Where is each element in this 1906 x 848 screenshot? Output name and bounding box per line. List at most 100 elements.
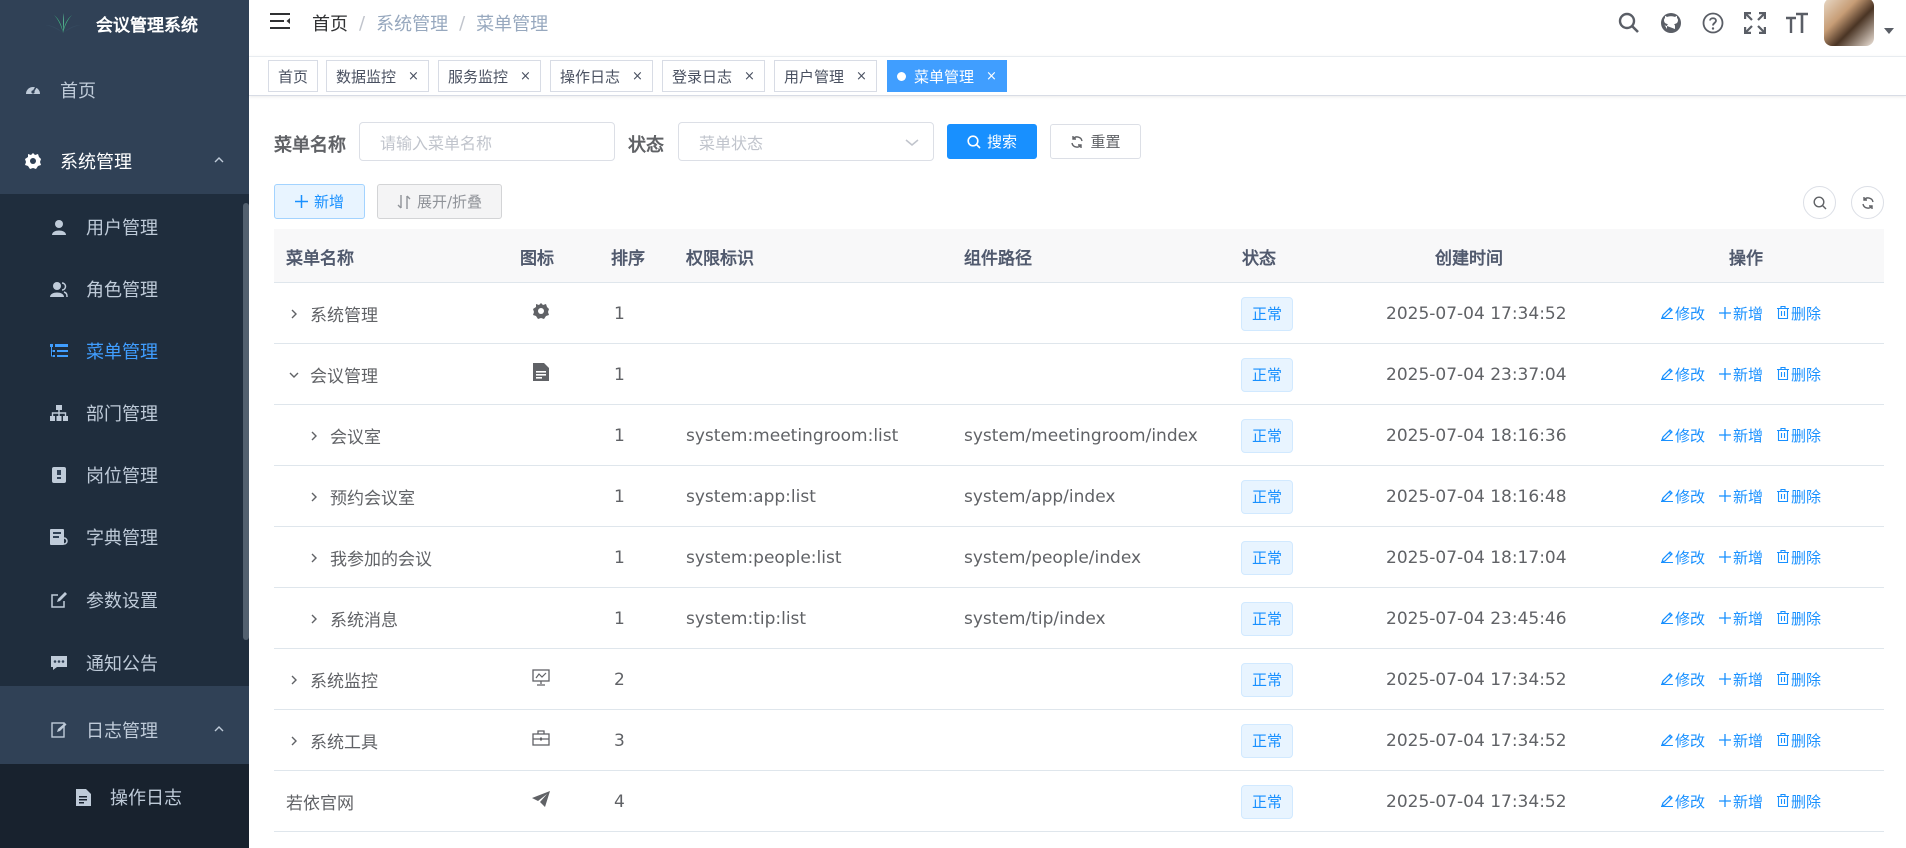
status-badge: 正常: [1241, 296, 1294, 331]
edit-button[interactable]: 修改: [1661, 303, 1705, 324]
chevron-right-icon[interactable]: [306, 491, 322, 503]
sidebar-item-home[interactable]: 首页: [0, 59, 249, 121]
status-select[interactable]: 菜单状态: [678, 122, 934, 161]
add-child-button[interactable]: 新增: [1719, 486, 1763, 507]
menu-name-input[interactable]: 请输入菜单名称: [359, 122, 615, 161]
sidebar-item-config[interactable]: 参数设置: [0, 569, 249, 631]
edit-button[interactable]: 修改: [1661, 730, 1705, 751]
add-child-button[interactable]: 新增: [1719, 425, 1763, 446]
sidebar-item-dicts[interactable]: 字典管理: [0, 506, 249, 568]
hamburger-icon[interactable]: [270, 12, 290, 35]
status-cell: 正常: [1241, 649, 1294, 710]
tag-data-monitor[interactable]: 数据监控 ×: [326, 60, 429, 92]
close-icon[interactable]: ×: [632, 69, 643, 84]
tag-home[interactable]: 首页: [268, 60, 319, 92]
font-size-icon[interactable]: [1776, 0, 1818, 46]
search-button[interactable]: 搜索: [947, 124, 1037, 159]
breadcrumb-home[interactable]: 首页: [312, 10, 348, 36]
edit-button[interactable]: 修改: [1661, 486, 1705, 507]
edit-button[interactable]: 修改: [1661, 791, 1705, 812]
fullscreen-icon[interactable]: [1734, 0, 1776, 46]
edit-icon: [1661, 427, 1675, 445]
reset-button[interactable]: 重置: [1050, 124, 1141, 159]
icon-cell: [526, 588, 556, 649]
chevron-down-icon[interactable]: [286, 370, 302, 380]
github-icon[interactable]: [1650, 0, 1692, 46]
tag-users[interactable]: 用户管理 ×: [774, 60, 877, 92]
edit-icon: [1661, 732, 1675, 750]
edit-icon: [1661, 671, 1675, 689]
sidebar-item-menus[interactable]: 菜单管理: [0, 320, 249, 382]
document-icon: [533, 363, 549, 386]
component-cell: system/tip/index: [964, 608, 1106, 629]
logo-icon: [45, 13, 81, 33]
sidebar-item-notice[interactable]: 通知公告: [0, 632, 249, 694]
close-icon[interactable]: ×: [520, 69, 531, 84]
delete-button[interactable]: 删除: [1777, 486, 1821, 507]
sidebar-item-label: 参数设置: [86, 591, 158, 612]
close-icon[interactable]: ×: [408, 69, 419, 84]
delete-icon: [1777, 305, 1791, 323]
sort-icon: [397, 194, 411, 209]
search-icon: [1812, 195, 1826, 209]
caret-down-icon[interactable]: [1884, 27, 1894, 35]
sidebar-item-departments[interactable]: 部门管理: [0, 382, 249, 444]
delete-label: 删除: [1791, 793, 1822, 811]
add-child-button[interactable]: 新增: [1719, 730, 1763, 751]
chevron-right-icon[interactable]: [306, 430, 322, 442]
tag-server-monitor[interactable]: 服务监控 ×: [438, 60, 541, 92]
expand-collapse-button[interactable]: 展开/折叠: [377, 184, 502, 219]
add-child-button[interactable]: 新增: [1719, 547, 1763, 568]
user-icon: [49, 217, 69, 237]
close-icon[interactable]: ×: [744, 69, 755, 84]
app-logo[interactable]: 会议管理系统: [0, 0, 249, 46]
sidebar-item-system[interactable]: 系统管理: [0, 130, 249, 192]
edit-button[interactable]: 修改: [1661, 608, 1705, 629]
status-label: 状态: [628, 135, 664, 156]
add-child-button[interactable]: 新增: [1719, 669, 1763, 690]
refresh-button[interactable]: [1851, 186, 1884, 219]
close-icon[interactable]: ×: [856, 69, 867, 84]
status-cell: 正常: [1241, 405, 1294, 466]
add-label: 新增: [1733, 305, 1764, 323]
delete-button[interactable]: 删除: [1777, 547, 1821, 568]
edit-button[interactable]: 修改: [1661, 669, 1705, 690]
edit-button[interactable]: 修改: [1661, 364, 1705, 385]
tag-logininfor[interactable]: 登录日志 ×: [662, 60, 765, 92]
delete-button[interactable]: 删除: [1777, 303, 1821, 324]
toggle-search-button[interactable]: [1803, 186, 1836, 219]
order-cell: 1: [614, 425, 625, 446]
chevron-right-icon[interactable]: [286, 308, 302, 320]
add-child-button[interactable]: 新增: [1719, 791, 1763, 812]
sidebar-item-roles[interactable]: 角色管理: [0, 258, 249, 320]
status-placeholder: 菜单状态: [699, 133, 764, 153]
tag-menus[interactable]: 菜单管理 ×: [887, 60, 1007, 92]
tag-operlog[interactable]: 操作日志 ×: [550, 60, 653, 92]
chevron-right-icon[interactable]: [286, 674, 302, 686]
chevron-right-icon[interactable]: [306, 613, 322, 625]
add-child-button[interactable]: 新增: [1719, 608, 1763, 629]
sidebar-item-users[interactable]: 用户管理: [0, 196, 249, 258]
sidebar-scrollbar[interactable]: [243, 203, 249, 640]
search-icon[interactable]: [1608, 0, 1650, 46]
edit-button[interactable]: 修改: [1661, 547, 1705, 568]
close-icon[interactable]: ×: [986, 69, 997, 84]
delete-button[interactable]: 删除: [1777, 608, 1821, 629]
avatar[interactable]: [1824, 0, 1874, 46]
delete-button[interactable]: 删除: [1777, 364, 1821, 385]
chevron-right-icon[interactable]: [286, 735, 302, 747]
sidebar-item-logs[interactable]: 日志管理: [0, 699, 249, 761]
delete-button[interactable]: 删除: [1777, 425, 1821, 446]
sidebar-item-posts[interactable]: 岗位管理: [0, 444, 249, 506]
column-header: 状态: [1242, 248, 1276, 269]
delete-button[interactable]: 删除: [1777, 730, 1821, 751]
edit-button[interactable]: 修改: [1661, 425, 1705, 446]
add-button[interactable]: 新增: [274, 184, 365, 219]
add-child-button[interactable]: 新增: [1719, 364, 1763, 385]
sidebar-item-operlog[interactable]: 操作日志: [0, 766, 249, 828]
delete-button[interactable]: 删除: [1777, 791, 1821, 812]
question-icon[interactable]: [1692, 0, 1734, 46]
add-child-button[interactable]: 新增: [1719, 303, 1763, 324]
delete-button[interactable]: 删除: [1777, 669, 1821, 690]
chevron-right-icon[interactable]: [306, 552, 322, 564]
